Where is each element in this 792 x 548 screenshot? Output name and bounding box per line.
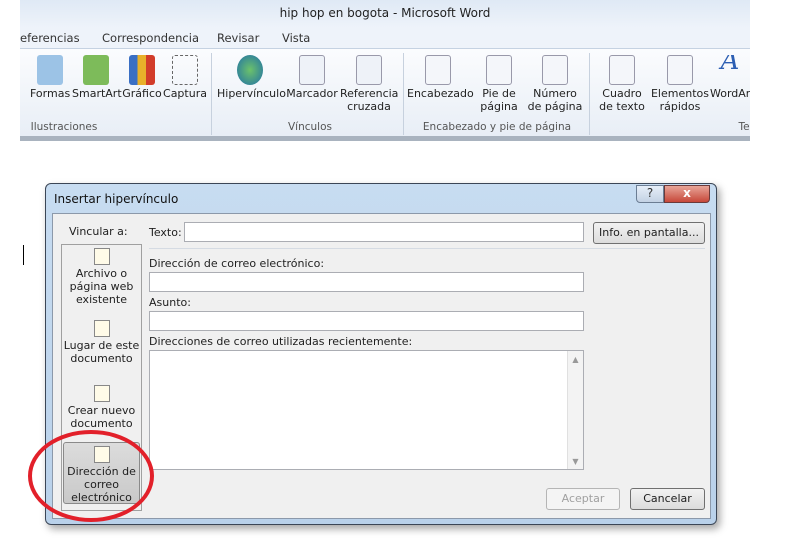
referencia-cruzada-button[interactable]: Referencia cruzada xyxy=(340,55,398,113)
page-number-icon xyxy=(542,55,568,85)
new-document-icon xyxy=(93,385,110,402)
marcador-button[interactable]: Marcador xyxy=(286,55,338,100)
scroll-down-icon[interactable]: ▼ xyxy=(568,457,583,466)
document-place-icon xyxy=(93,320,110,337)
cross-reference-icon xyxy=(356,55,382,85)
close-button[interactable]: x xyxy=(664,185,710,203)
formas-button[interactable]: Formas xyxy=(30,55,70,100)
group-texto: Te xyxy=(738,121,750,133)
numero-de-pagina-button[interactable]: Número de página xyxy=(525,55,585,113)
dialog-title: Insertar hipervínculo xyxy=(54,192,179,206)
text-box-icon xyxy=(609,55,635,85)
screenshot-icon xyxy=(172,55,198,85)
help-button[interactable]: ? xyxy=(636,185,664,203)
pie-de-pagina-button[interactable]: Pie de página xyxy=(474,55,524,113)
window-title: hip hop en bogota - Microsoft Word xyxy=(279,6,491,20)
hyperlink-globe-icon xyxy=(237,55,263,85)
email-input[interactable] xyxy=(149,272,584,292)
smartart-button[interactable]: SmartArt xyxy=(72,55,122,100)
subject-label: Asunto: xyxy=(149,296,191,309)
tab-vista[interactable]: Vista xyxy=(282,31,310,45)
web-page-icon xyxy=(93,248,110,265)
tab-referencias[interactable]: eferencias xyxy=(20,31,80,45)
elementos-rapidos-button[interactable]: Elementos rápidos xyxy=(650,55,710,113)
nav-place-in-document[interactable]: Lugar de este documento xyxy=(63,320,140,365)
text-label: Texto: xyxy=(149,226,182,239)
grafico-button[interactable]: Gráfico xyxy=(121,55,163,100)
group-encabezado: Encabezado y pie de página xyxy=(422,121,572,133)
smartart-icon xyxy=(83,55,109,85)
nav-existing-file[interactable]: Archivo o página web existente xyxy=(63,248,140,306)
ribbon-bottom-border xyxy=(20,136,750,141)
ribbon: Formas SmartArt Gráfico Captura Hipervín… xyxy=(20,48,750,136)
quick-parts-icon xyxy=(667,55,693,85)
link-to-label: Vincular a: xyxy=(69,225,128,238)
list-scrollbar[interactable]: ▲ ▼ xyxy=(567,351,583,469)
accept-button[interactable]: Aceptar xyxy=(546,488,620,510)
header-icon xyxy=(425,55,451,85)
wordart-icon: A xyxy=(720,55,740,76)
chart-icon xyxy=(129,55,155,85)
nav-new-document[interactable]: Crear nuevo documento xyxy=(63,385,140,430)
group-ilustraciones: Ilustraciones xyxy=(30,121,98,133)
group-vinculos: Vínculos xyxy=(288,121,332,133)
shapes-icon xyxy=(37,55,63,85)
recent-addresses-label: Direcciones de correo utilizadas recient… xyxy=(149,335,413,348)
email-label: Dirección de correo electrónico: xyxy=(149,257,325,270)
recent-addresses-list[interactable]: ▲ ▼ xyxy=(149,350,584,470)
bookmark-icon xyxy=(299,55,325,85)
text-cursor xyxy=(23,245,24,265)
captura-button[interactable]: Captura xyxy=(163,55,207,100)
red-highlight-circle xyxy=(28,430,154,522)
tab-correspondencia[interactable]: Correspondencia xyxy=(102,31,199,45)
screentip-button[interactable]: Info. en pantalla... xyxy=(593,222,705,244)
separator xyxy=(149,248,705,249)
hipervinculo-button[interactable]: Hipervínculo xyxy=(217,55,286,100)
scroll-up-icon[interactable]: ▲ xyxy=(568,355,583,364)
footer-icon xyxy=(486,55,512,85)
title-bar: hip hop en bogota - Microsoft Word xyxy=(20,0,750,28)
tab-revisar[interactable]: Revisar xyxy=(217,31,259,45)
ribbon-tabs: eferencias Correspondencia Revisar Vista xyxy=(20,28,750,48)
text-input[interactable] xyxy=(184,222,584,242)
wordart-button[interactable]: A WordAr xyxy=(710,55,750,100)
encabezado-button[interactable]: Encabezado xyxy=(407,55,474,100)
cuadro-de-texto-button[interactable]: Cuadro de texto xyxy=(594,55,650,113)
subject-input[interactable] xyxy=(149,311,584,331)
cancel-button[interactable]: Cancelar xyxy=(630,488,705,510)
